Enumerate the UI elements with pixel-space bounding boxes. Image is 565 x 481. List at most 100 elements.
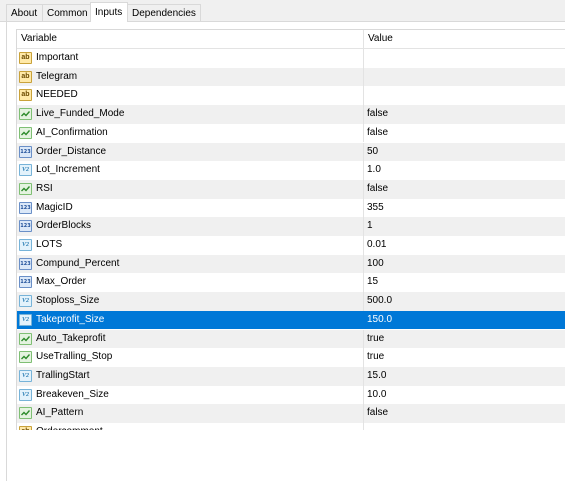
bool-icon [19, 332, 32, 345]
int-icon: 123 [19, 220, 32, 233]
value-cell[interactable]: 100 [363, 254, 565, 274]
variable-cell[interactable]: AI_Confirmation [17, 124, 363, 143]
value-cell[interactable]: false [363, 105, 565, 124]
variable-name: Order_Distance [36, 145, 107, 157]
variable-name: AI_Confirmation [36, 126, 108, 138]
double-icon: V2 [19, 164, 32, 177]
variable-cell[interactable]: Auto_Takeprofit [17, 330, 363, 349]
value-cell[interactable]: true [363, 348, 565, 367]
variable-name: Important [36, 52, 79, 63]
variable-cell[interactable]: 123 MagicID [17, 199, 363, 218]
value-cell[interactable]: 1.0 [363, 161, 565, 180]
value-cell[interactable]: false [363, 179, 565, 199]
table-row[interactable]: ab Important [17, 49, 565, 68]
bool-icon [19, 126, 32, 139]
table-row[interactable]: V2 Stoploss_Size 500.0 [17, 292, 565, 311]
value-cell[interactable]: false [363, 123, 565, 143]
table-row[interactable]: 123 MagicID 355 [17, 198, 565, 218]
value-cell[interactable]: 355 [363, 198, 565, 218]
value-cell[interactable]: 15.0 [363, 366, 565, 386]
table-row[interactable]: 123 Compund_Percent 100 [17, 254, 565, 274]
string-icon: ab [19, 52, 32, 64]
variable-name: Auto_Takeprofit [36, 332, 106, 344]
table-row[interactable]: Auto_Takeprofit true [17, 329, 565, 349]
table-row[interactable]: V2 Takeprofit_Size 150.0 [17, 310, 565, 330]
double-icon: V2 [19, 313, 32, 326]
variable-name: LOTS [36, 239, 63, 250]
value-cell[interactable]: 500.0 [363, 292, 565, 311]
value-cell[interactable]: 15 [363, 273, 565, 293]
tab-inputs[interactable]: Inputs [90, 2, 128, 22]
table-row[interactable]: 123 OrderBlocks 1 [17, 217, 565, 236]
variable-name: Stoploss_Size [36, 295, 100, 307]
value-cell[interactable]: 50 [363, 142, 565, 162]
variable-cell[interactable]: V2 LOTS [17, 236, 363, 255]
double-icon: V2 [19, 388, 32, 401]
int-icon: 123 [19, 276, 32, 289]
table-row[interactable]: UseTralling_Stop true [17, 348, 565, 367]
variable-name: Takeprofit_Size [36, 313, 105, 325]
variable-cell[interactable]: ab Telegram [17, 68, 363, 87]
table-row[interactable]: V2 Breakeven_Size 10.0 [17, 385, 565, 405]
string-icon: ab [19, 89, 32, 102]
table-row[interactable]: ab NEEDED [17, 86, 565, 106]
column-header-value[interactable]: Value [363, 30, 565, 48]
variable-cell[interactable]: V2 Takeprofit_Size [17, 311, 363, 330]
value-cell[interactable]: true [363, 329, 565, 349]
variable-cell[interactable]: V2 Lot_Increment [17, 161, 363, 180]
variable-name: Telegram [36, 70, 78, 82]
bool-icon [19, 407, 32, 420]
table-row[interactable]: AI_Pattern false [17, 404, 565, 423]
variable-cell[interactable]: RSI [17, 180, 363, 199]
variable-cell[interactable]: UseTralling_Stop [17, 348, 363, 367]
variable-name: Live_Funded_Mode [36, 108, 125, 120]
double-icon: V2 [19, 369, 32, 382]
table-row[interactable]: V2 TrallingStart 15.0 [17, 366, 565, 386]
value-cell[interactable]: false [363, 404, 565, 423]
value-cell[interactable] [363, 67, 565, 87]
variable-cell[interactable]: 123 Order_Distance [17, 143, 363, 162]
grid-header: Variable Value [17, 30, 565, 49]
int-icon: 123 [19, 201, 32, 214]
variable-cell[interactable]: Live_Funded_Mode [17, 105, 363, 124]
variable-name: OrderBlocks [36, 220, 92, 232]
tab-common[interactable]: Common [42, 4, 91, 21]
value-cell[interactable] [363, 49, 565, 68]
tab-about[interactable]: About [6, 4, 43, 21]
variable-cell[interactable]: 123 Compund_Percent [17, 255, 363, 274]
variable-cell[interactable]: V2 TrallingStart [17, 367, 363, 386]
value-cell[interactable]: 0.01 [363, 236, 565, 255]
variable-cell[interactable]: V2 Stoploss_Size [17, 292, 363, 311]
variable-name: TrallingStart [36, 369, 90, 381]
tab-dependencies[interactable]: Dependencies [127, 4, 201, 21]
value-cell[interactable]: 150.0 [363, 310, 565, 330]
table-row[interactable]: Live_Funded_Mode false [17, 105, 565, 124]
value-cell[interactable] [363, 86, 565, 106]
value-cell[interactable]: 10.0 [363, 385, 565, 405]
variable-cell[interactable]: AI_Pattern [17, 404, 363, 423]
int-icon: 123 [19, 145, 32, 158]
table-row[interactable]: 123 Max_Order 15 [17, 273, 565, 293]
tab-bar: About Common Inputs Dependencies [0, 0, 565, 22]
variable-cell[interactable]: ab Important [17, 49, 363, 68]
empty-area [7, 430, 565, 481]
table-row[interactable]: ab Telegram [17, 67, 565, 87]
table-row[interactable]: V2 Lot_Increment 1.0 [17, 161, 565, 180]
table-row[interactable]: V2 LOTS 0.01 [17, 236, 565, 255]
inputs-panel: Variable Value ab Important ab Telegram ab NE… [6, 22, 565, 481]
table-row[interactable]: RSI false [17, 179, 565, 199]
variable-cell[interactable]: ab NEEDED [17, 86, 363, 105]
variable-cell[interactable]: 123 Max_Order [17, 273, 363, 292]
variable-cell[interactable]: 123 OrderBlocks [17, 217, 363, 236]
column-header-variable[interactable]: Variable [17, 30, 363, 48]
variable-cell[interactable]: V2 Breakeven_Size [17, 386, 363, 405]
bool-icon [19, 182, 32, 195]
string-icon: ab [19, 70, 32, 83]
table-row[interactable]: AI_Confirmation false [17, 123, 565, 143]
table-row[interactable]: 123 Order_Distance 50 [17, 142, 565, 162]
variable-name: Compund_Percent [36, 257, 120, 269]
value-cell[interactable]: 1 [363, 217, 565, 236]
bool-icon [19, 351, 32, 364]
double-icon: V2 [19, 295, 32, 308]
variable-name: NEEDED [36, 89, 78, 101]
